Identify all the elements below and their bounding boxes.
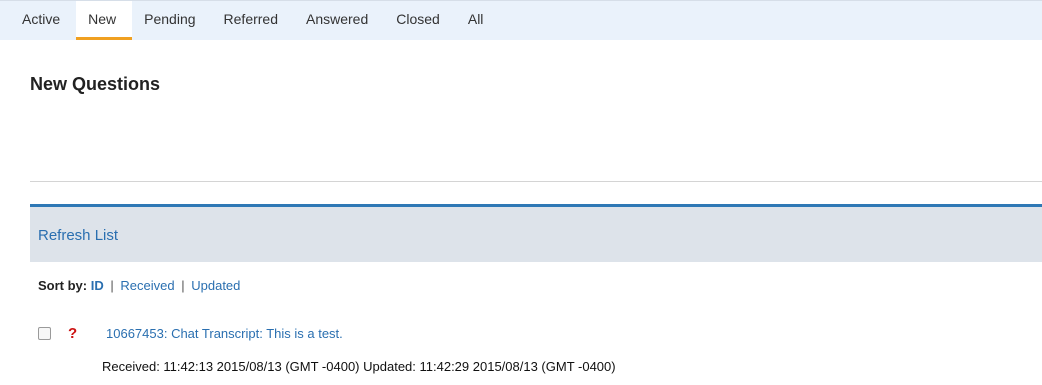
sort-separator: | bbox=[181, 278, 185, 293]
tab-label: Pending bbox=[144, 10, 196, 27]
question-link[interactable]: 10667453: Chat Transcript: This is a tes… bbox=[106, 326, 343, 341]
sort-by-bar: Sort by: ID | Received | Updated bbox=[38, 278, 240, 293]
tab-label: All bbox=[467, 10, 484, 27]
tab-label: Referred bbox=[223, 10, 278, 27]
sort-by-received-link[interactable]: Received bbox=[120, 278, 174, 293]
tab-label: New bbox=[88, 10, 117, 27]
tab-referred[interactable]: Referred bbox=[212, 1, 294, 40]
tab-new[interactable]: New bbox=[76, 1, 133, 40]
refresh-list-link[interactable]: Refresh List bbox=[38, 227, 118, 244]
tab-label: Closed bbox=[396, 10, 440, 27]
tab-all[interactable]: All bbox=[456, 1, 500, 40]
tab-closed[interactable]: Closed bbox=[384, 1, 456, 40]
sort-by-label: Sort by: bbox=[38, 278, 88, 293]
question-timestamps: Received: 11:42:13 2015/08/13 (GMT -0400… bbox=[102, 359, 616, 374]
section-divider bbox=[30, 181, 1042, 182]
sort-by-updated-link[interactable]: Updated bbox=[191, 278, 240, 293]
tab-active[interactable]: Active bbox=[10, 1, 76, 40]
refresh-bar: Refresh List bbox=[30, 204, 1042, 262]
question-select-checkbox[interactable] bbox=[38, 326, 51, 340]
tab-label: Answered bbox=[306, 10, 369, 27]
tab-answered[interactable]: Answered bbox=[294, 1, 384, 40]
question-row: ? 10667453: Chat Transcript: This is a t… bbox=[38, 322, 343, 344]
question-mark-icon: ? bbox=[68, 324, 78, 342]
sort-by-id-link[interactable]: ID bbox=[91, 278, 104, 293]
page-title: New Questions bbox=[30, 74, 161, 94]
tab-pending[interactable]: Pending bbox=[132, 1, 211, 40]
status-tabs: Active New Pending Referred Answered Clo… bbox=[0, 0, 1042, 40]
tab-label: Active bbox=[22, 10, 61, 27]
sort-separator: | bbox=[110, 278, 114, 293]
